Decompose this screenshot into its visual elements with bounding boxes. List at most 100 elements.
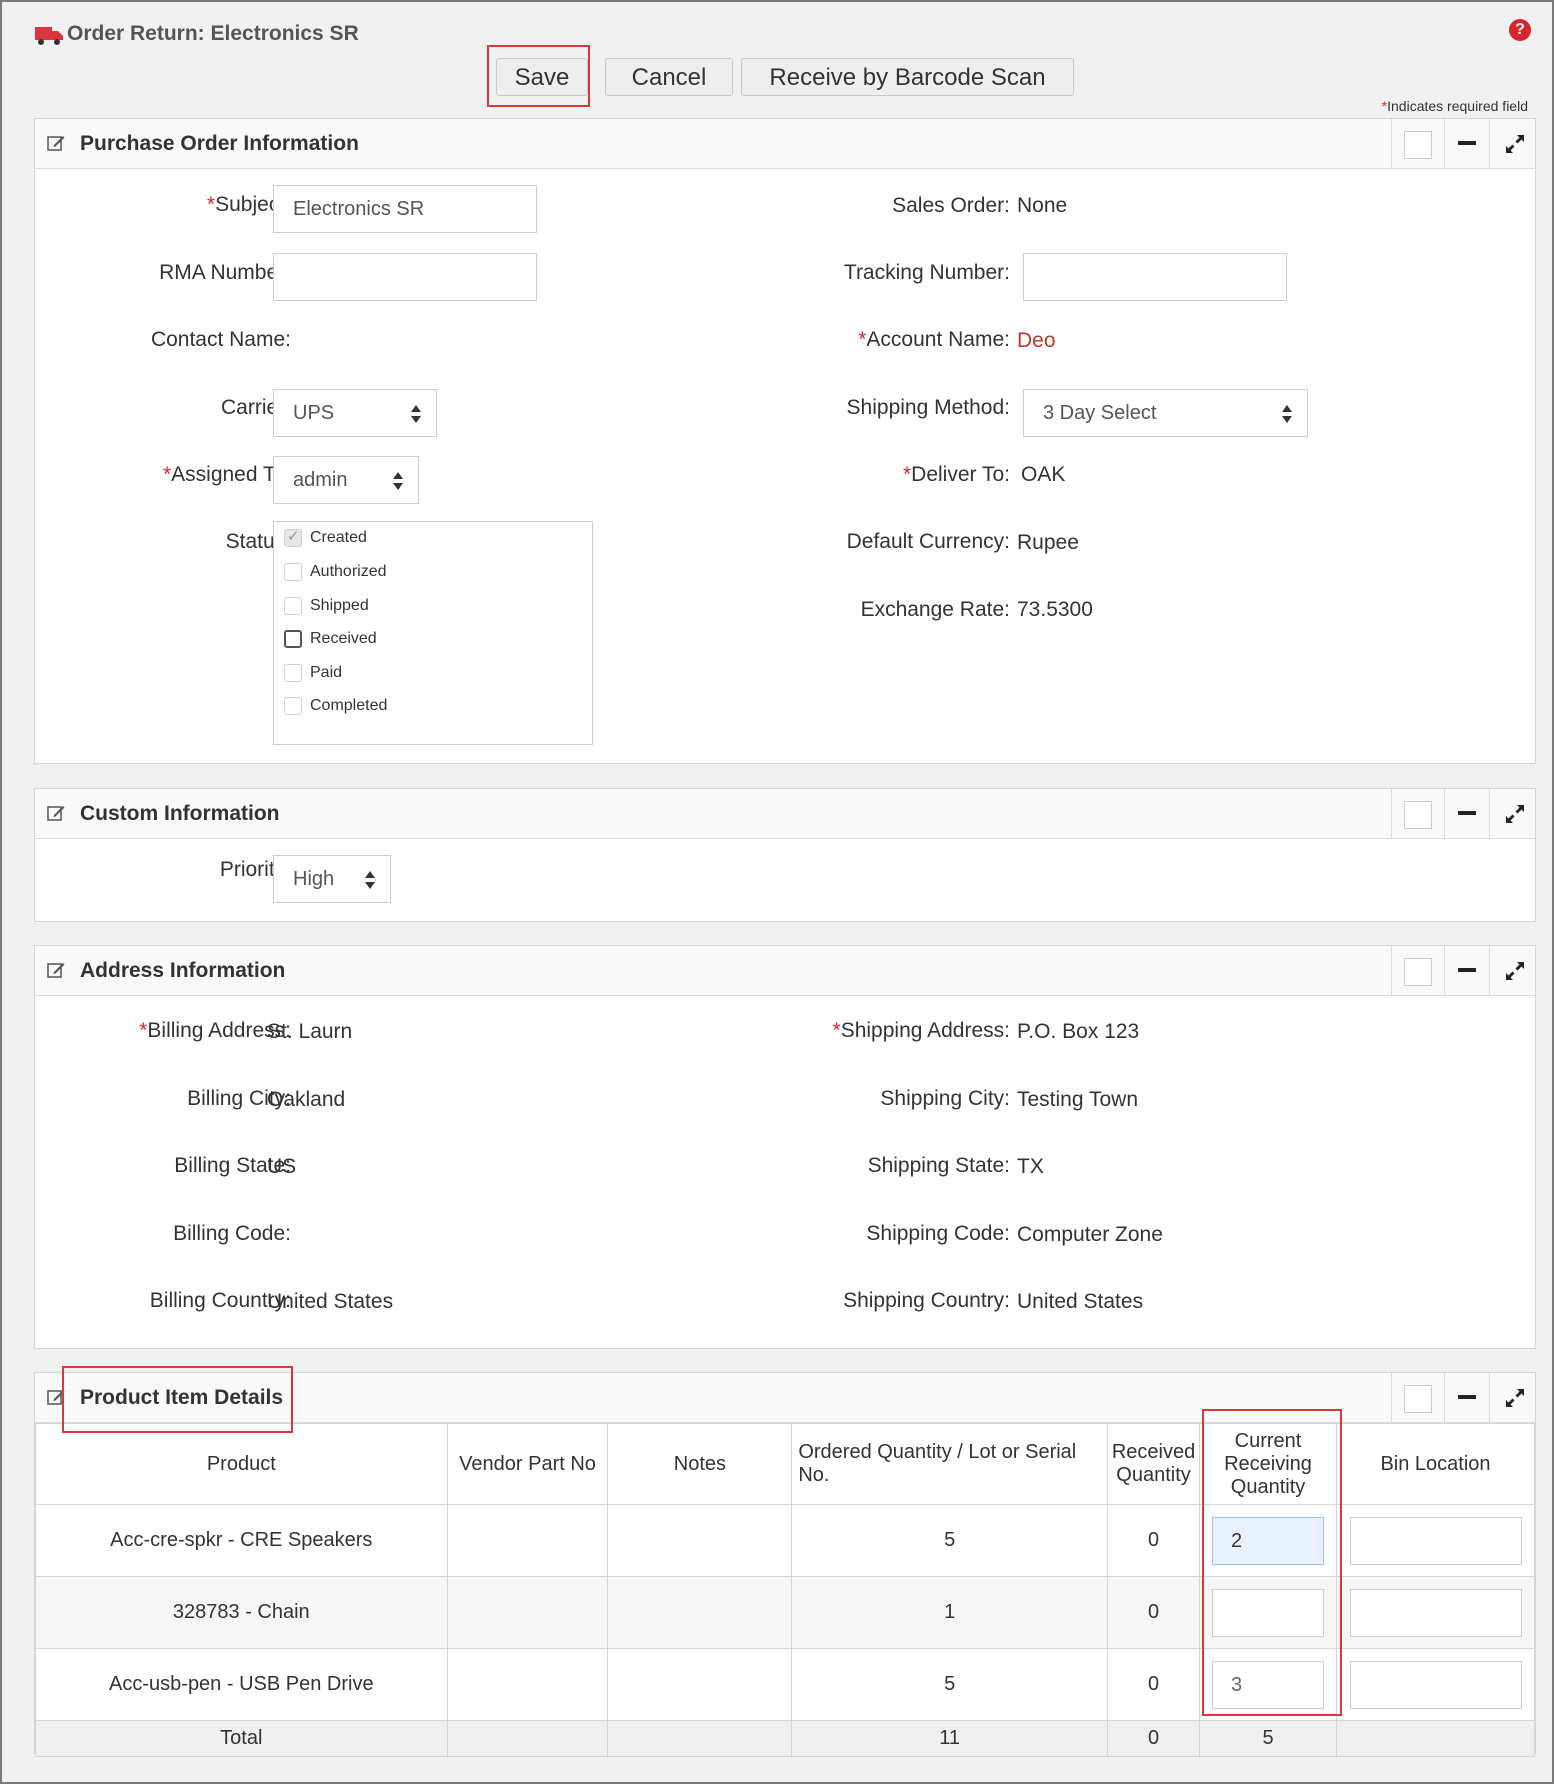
status-option[interactable]: Created (284, 527, 367, 547)
column-header: Bin Location (1336, 1423, 1535, 1505)
section-title: Address Information (80, 959, 286, 982)
panel-select-checkbox[interactable] (1404, 1385, 1432, 1413)
ordered-qty-cell: 1 (791, 1576, 1109, 1649)
section-title: Custom Information (80, 802, 280, 825)
status-option[interactable]: Paid (284, 664, 342, 682)
status-option[interactable]: Received (284, 630, 377, 648)
rma-input[interactable] (273, 253, 537, 301)
select-arrows-icon (365, 871, 375, 889)
panel-header: Purchase Order Information (35, 119, 1535, 169)
column-header: Vendor Part No (446, 1423, 609, 1505)
total-current: 5 (1199, 1720, 1337, 1757)
select-arrows-icon (411, 405, 421, 423)
ordered-qty-cell: 5 (791, 1504, 1109, 1577)
contact-label: Contact Name: (150, 328, 291, 351)
notes-cell (607, 1576, 793, 1649)
column-header: Notes (607, 1423, 793, 1505)
vendor-part-cell (446, 1648, 609, 1721)
account-label: *Account Name: (858, 328, 1010, 351)
billing-code-label: Billing Code: (173, 1222, 291, 1245)
expand-icon[interactable] (1503, 132, 1527, 156)
product-cell: 328783 - Chain (35, 1576, 448, 1649)
panel-controls (1391, 119, 1535, 169)
bin-cell (1336, 1576, 1535, 1649)
bin-cell (1336, 1648, 1535, 1721)
page-frame: Order Return: Electronics SR ? Save Canc… (0, 0, 1554, 1784)
required-note: *Indicates required field (1381, 98, 1528, 114)
minimize-icon[interactable] (1458, 968, 1476, 972)
total-label: Total (35, 1720, 448, 1757)
checkbox[interactable] (284, 527, 302, 547)
current-qty-highlight (1202, 1409, 1342, 1716)
deliver-label: *Deliver To: (902, 463, 1010, 486)
sales-order-value: None (1017, 194, 1068, 217)
panel-controls (1391, 789, 1535, 839)
received-qty-cell: 0 (1107, 1576, 1201, 1649)
minimize-icon[interactable] (1458, 1395, 1476, 1399)
address-info-panel: Address Information *Billing Address: St… (34, 945, 1536, 1349)
panel-select-checkbox[interactable] (1404, 801, 1432, 829)
purchase-order-panel: Purchase Order Information *Subject: Ele… (34, 118, 1536, 764)
ordered-qty-cell: 5 (791, 1648, 1109, 1721)
account-link[interactable]: Deo (1017, 329, 1056, 353)
shipping-city-value: Testing Town (1017, 1088, 1139, 1111)
expand-icon[interactable] (1503, 959, 1527, 983)
shipping-country-label: Shipping Country: (843, 1289, 1010, 1312)
page-title: Order Return: Electronics SR (67, 22, 359, 45)
bin-location-input[interactable] (1349, 1660, 1522, 1709)
checkbox[interactable] (284, 664, 302, 682)
billing-city-value: Oakland (267, 1088, 346, 1111)
panel-header: Address Information (35, 946, 1535, 996)
checkbox[interactable] (284, 630, 302, 648)
shipping-state-label: Shipping State: (867, 1154, 1010, 1177)
panel-select-checkbox[interactable] (1404, 958, 1432, 986)
status-option[interactable]: Completed (284, 697, 387, 715)
receive-barcode-button[interactable]: Receive by Barcode Scan (741, 58, 1074, 96)
priority-select[interactable]: High (273, 855, 391, 903)
shipping-method-select[interactable]: 3 Day Select (1023, 389, 1308, 437)
assigned-select[interactable]: admin (273, 456, 419, 504)
status-option[interactable]: Shipped (284, 597, 369, 615)
shipping-state-value: TX (1017, 1155, 1044, 1178)
edit-icon (47, 136, 65, 151)
column-header: Received Quantity (1107, 1423, 1201, 1505)
carrier-select[interactable]: UPS (273, 389, 437, 437)
deliver-value: OAK (1021, 463, 1066, 486)
product-cell: Acc-usb-pen - USB Pen Drive (35, 1648, 448, 1721)
bin-location-input[interactable] (1349, 1516, 1522, 1565)
minimize-icon[interactable] (1458, 141, 1476, 145)
checkbox[interactable] (284, 697, 302, 715)
rma-label: RMA Number: (159, 261, 291, 284)
select-arrows-icon (1282, 405, 1292, 423)
shipping-address-value: P.O. Box 123 (1017, 1020, 1140, 1043)
panel-controls (1391, 1373, 1535, 1423)
column-header: Product (35, 1423, 448, 1505)
total-row: Total 11 0 5 (35, 1720, 1535, 1757)
checkbox[interactable] (284, 597, 302, 615)
vendor-part-cell (446, 1504, 609, 1577)
status-option[interactable]: Authorized (284, 563, 387, 581)
expand-icon[interactable] (1503, 1386, 1527, 1410)
shipping-code-label: Shipping Code: (866, 1222, 1010, 1245)
panel-select-checkbox[interactable] (1404, 131, 1432, 159)
subject-input[interactable]: Electronics SR (273, 185, 537, 233)
expand-icon[interactable] (1503, 802, 1527, 826)
billing-state-value: US (267, 1155, 297, 1178)
panel-header: Custom Information (35, 789, 1535, 839)
vendor-part-cell (446, 1576, 609, 1649)
help-icon[interactable]: ? (1509, 19, 1531, 41)
tracking-input[interactable] (1023, 253, 1287, 301)
billing-country-value: United States (267, 1290, 394, 1313)
currency-value: Rupee (1017, 531, 1079, 554)
bin-location-input[interactable] (1349, 1588, 1522, 1637)
checkbox[interactable] (284, 563, 302, 581)
shipping-address-label: *Shipping Address: (832, 1019, 1010, 1042)
cancel-button[interactable]: Cancel (605, 58, 733, 96)
shipping-country-value: United States (1017, 1290, 1144, 1313)
status-checklist: Created Authorized Shipped Received Paid… (273, 521, 593, 745)
total-received: 0 (1107, 1720, 1201, 1757)
minimize-icon[interactable] (1458, 811, 1476, 815)
select-arrows-icon (393, 472, 403, 490)
edit-icon (47, 806, 65, 821)
bin-cell (1336, 1504, 1535, 1577)
